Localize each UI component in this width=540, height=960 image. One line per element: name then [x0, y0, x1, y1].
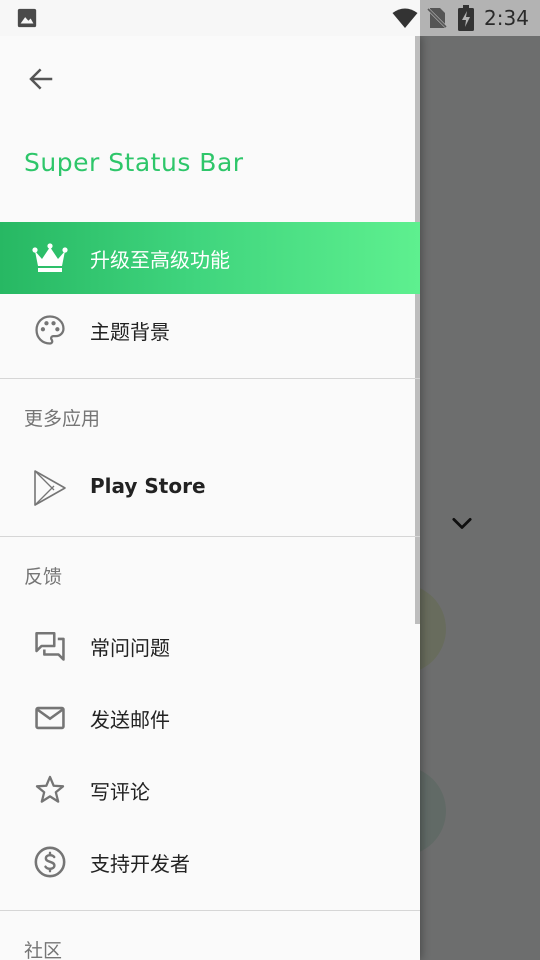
- crown-icon: [32, 240, 68, 276]
- menu-item-label: 常问问题: [90, 636, 170, 660]
- navigation-drawer: Super Status Bar 升级至高级功能 主题背景 更多应用 Play …: [0, 36, 420, 960]
- status-bar: 2:34: [0, 0, 540, 36]
- menu-item-label: 主题背景: [90, 320, 170, 344]
- menu-item-write-review[interactable]: 写评论: [0, 754, 420, 826]
- play-store-icon: [32, 470, 68, 506]
- menu-item-support-developer[interactable]: 支持开发者: [0, 826, 420, 898]
- arrow-back-icon: [29, 68, 53, 90]
- menu-item-upgrade-premium[interactable]: 升级至高级功能: [0, 222, 420, 294]
- menu-item-play-store[interactable]: Play Store: [0, 452, 420, 524]
- menu-item-theme[interactable]: 主题背景: [0, 294, 420, 366]
- divider: [0, 536, 420, 537]
- no-sim-icon: [426, 6, 448, 30]
- menu-item-label: 支持开发者: [90, 852, 190, 876]
- palette-icon: [32, 312, 68, 348]
- divider: [0, 378, 420, 379]
- menu-item-label: 发送邮件: [90, 708, 170, 732]
- clock: 2:34: [484, 6, 529, 30]
- wifi-icon: [392, 8, 418, 28]
- battery-charging-icon: [458, 5, 474, 31]
- drawer-title: Super Status Bar: [24, 148, 244, 177]
- mail-icon: [32, 700, 68, 736]
- image-icon: [17, 8, 37, 28]
- screen: 块 条 2:34: [0, 0, 540, 960]
- menu-item-label: Play Store: [90, 474, 206, 498]
- section-header-feedback: 反馈: [24, 566, 63, 588]
- menu-item-send-email[interactable]: 发送邮件: [0, 682, 420, 754]
- section-header-community: 社区: [24, 940, 63, 960]
- menu-item-label: 升级至高级功能: [90, 248, 230, 272]
- star-icon: [32, 772, 68, 808]
- section-header-more-apps: 更多应用: [24, 408, 101, 430]
- menu-item-faq[interactable]: 常问问题: [0, 610, 420, 682]
- dollar-icon: [32, 844, 68, 880]
- divider: [0, 910, 420, 911]
- forum-icon: [32, 628, 68, 664]
- back-button[interactable]: [22, 60, 60, 98]
- menu-item-label: 写评论: [90, 780, 150, 804]
